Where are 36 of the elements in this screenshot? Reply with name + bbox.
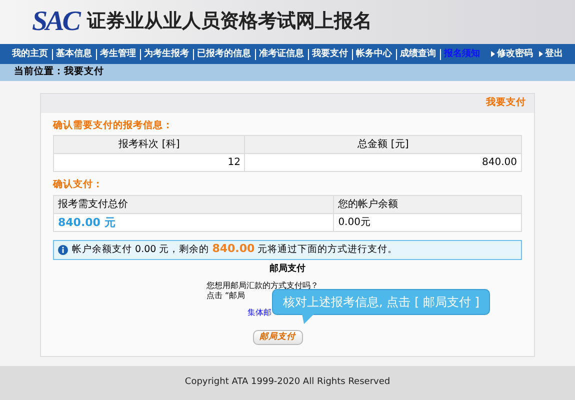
tooltip: 核对上述报考信息, 点击 [ 邮局支付 ] xyxy=(272,289,490,315)
nav-link[interactable]: 我的主页 xyxy=(12,48,48,60)
nav-link[interactable]: 为考生报考 xyxy=(140,48,189,60)
site-title: 证券业从业人员资格考试网上报名 xyxy=(86,10,372,34)
link[interactable]: 集体邮 xyxy=(248,308,272,318)
breadcrumb: 当前位置：我要支付 xyxy=(14,65,104,80)
nav-link[interactable]: 帐务中心 xyxy=(352,48,392,60)
panel-title: 我要支付 xyxy=(486,96,526,110)
nav-link[interactable]: 登出 xyxy=(545,48,563,60)
nav-link[interactable]: 基本信息 xyxy=(52,48,92,60)
table-header: 您的帐户余额 xyxy=(337,198,400,212)
instruction-text: 您想用邮局汇款的方式支付吗？ xyxy=(206,280,318,290)
table-cell: 840.00 元 xyxy=(54,214,334,230)
section-heading: 邮局支付 xyxy=(270,264,306,274)
table-header: 报考科次 [科] xyxy=(54,136,246,154)
section-heading: 确认支付： xyxy=(53,178,104,192)
instruction-text: 点击 “邮局 xyxy=(206,290,246,300)
table-cell-text: 0.00元 xyxy=(337,216,372,230)
table-header: 总金额 [元] xyxy=(356,138,410,152)
notice-text: 帐户余额支付 0.00 元，剩余的 840.00 元将通过下面的方式进行支付。 xyxy=(72,241,398,258)
nav-link[interactable]: 已报考的信息 xyxy=(193,48,251,60)
info-icon xyxy=(58,244,68,254)
copyright: Copyright ATA 1999-2020 All Rights Reserved xyxy=(184,376,390,390)
nav-link[interactable]: 成绩查询 xyxy=(396,48,436,60)
nav-link[interactable]: 修改密码 xyxy=(497,48,533,60)
triangle-icon xyxy=(491,51,495,57)
tooltip-pointer-icon xyxy=(302,314,314,324)
logo: SAC xyxy=(32,5,79,39)
nav-link[interactable]: 我要支付 xyxy=(308,48,348,60)
triangle-icon xyxy=(539,51,543,57)
nav-link[interactable]: 考生管理 xyxy=(96,48,136,60)
table-cell: 12 xyxy=(54,154,246,172)
table-cell-text: 840.00 xyxy=(481,156,518,170)
section-heading: 确认需要支付的报考信息： xyxy=(53,119,174,133)
nav-link[interactable]: 准考证信息 xyxy=(255,48,304,60)
table-header: 报考需支付总价 xyxy=(54,196,334,212)
